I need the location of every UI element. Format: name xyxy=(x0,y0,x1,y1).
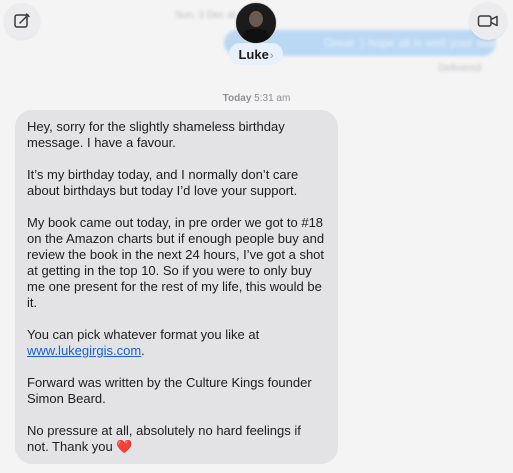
avatar[interactable] xyxy=(235,2,277,44)
message-timestamp: Today 5:31 am xyxy=(0,93,513,104)
message-paragraph-3: My book came out today, in pre order we … xyxy=(27,215,325,310)
message-paragraph-4-end: . xyxy=(141,343,145,358)
message-paragraph-1: Hey, sorry for the slightly shameless bi… xyxy=(27,119,285,150)
avatar-face xyxy=(249,11,263,27)
message-paragraph-6-text: No pressure at all, absolutely no hard f… xyxy=(27,423,301,454)
message-paragraph-4: You can pick whatever format you like at… xyxy=(27,327,326,359)
message-paragraph-4-text: You can pick whatever format you like at xyxy=(27,327,260,342)
chevron-right-icon: › xyxy=(269,50,274,62)
contact-name-pill[interactable]: Luke› xyxy=(229,43,283,65)
message-paragraph-6: No pressure at all, absolutely no hard f… xyxy=(27,423,326,455)
contact-header[interactable]: Luke› xyxy=(224,2,288,65)
avatar-shirt xyxy=(242,29,270,43)
timestamp-time: 5:31 am xyxy=(254,93,291,104)
contact-name: Luke xyxy=(238,47,269,62)
delivered-status: Delivered xyxy=(438,63,481,74)
compose-icon xyxy=(14,13,30,28)
message-paragraph-2: It’s my birthday today, and I normally d… xyxy=(27,167,299,198)
heart-emoji: ❤️ xyxy=(116,439,133,454)
compose-button[interactable] xyxy=(4,3,40,39)
timestamp-day: Today xyxy=(222,93,252,104)
website-link[interactable]: www.lukegirgis.com xyxy=(27,343,141,358)
video-call-button[interactable] xyxy=(469,2,507,40)
video-camera-icon xyxy=(477,15,498,27)
incoming-message-bubble[interactable]: Hey, sorry for the slightly shameless bi… xyxy=(15,110,338,464)
message-paragraph-5: Forward was written by the Culture Kings… xyxy=(27,375,312,406)
